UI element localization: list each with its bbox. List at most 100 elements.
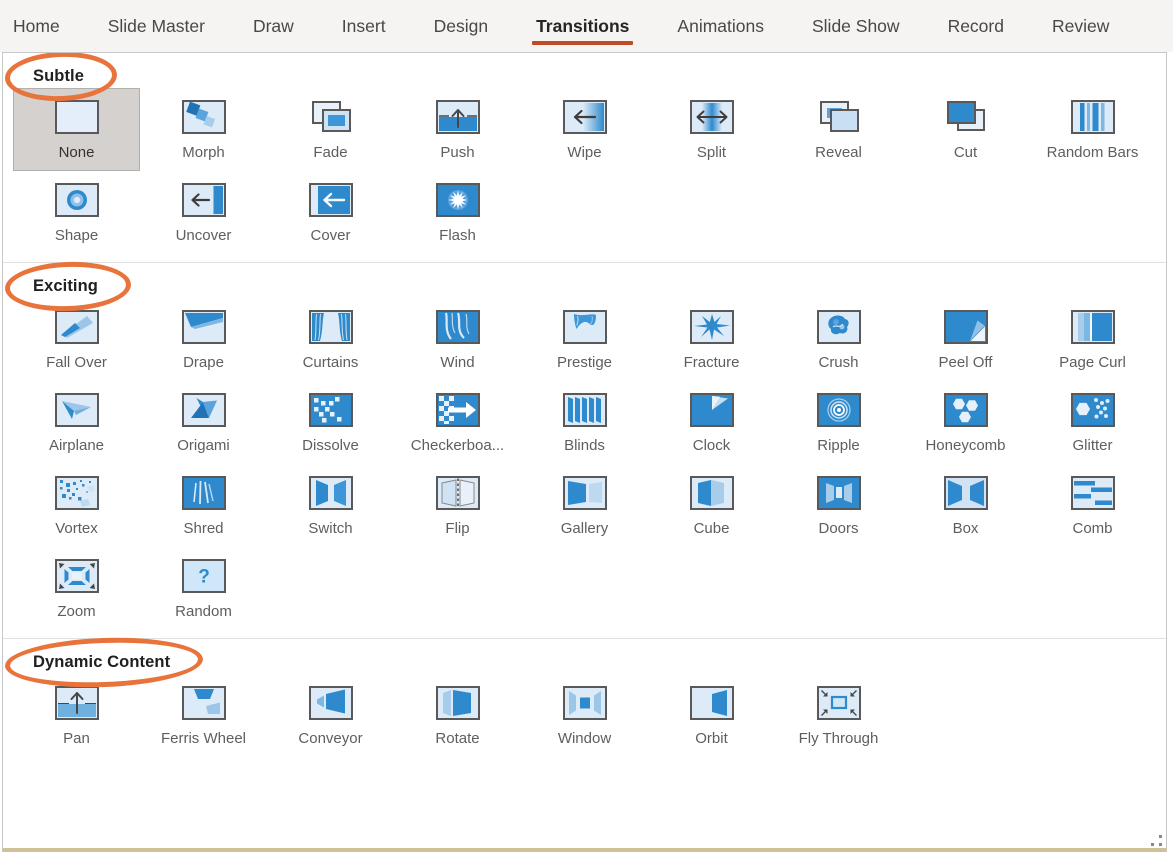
transition-glitter[interactable]: Glitter bbox=[1029, 381, 1156, 464]
transition-dissolve[interactable]: Dissolve bbox=[267, 381, 394, 464]
tab-label: Animations bbox=[677, 16, 764, 36]
tab-label: Record bbox=[948, 16, 1004, 36]
transition-wipe[interactable]: Wipe bbox=[521, 88, 648, 171]
transition-label: Cover bbox=[310, 227, 350, 244]
honeycomb-icon bbox=[944, 393, 988, 427]
transition-ferris-wheel[interactable]: Ferris Wheel bbox=[140, 674, 267, 757]
transition-label: Ferris Wheel bbox=[161, 730, 246, 747]
transition-uncover[interactable]: Uncover bbox=[140, 171, 267, 254]
transition-switch[interactable]: Switch bbox=[267, 464, 394, 547]
tab-record[interactable]: Record bbox=[947, 1, 1005, 52]
tab-slide-show[interactable]: Slide Show bbox=[811, 1, 901, 52]
transition-clock[interactable]: Clock bbox=[648, 381, 775, 464]
transition-split[interactable]: Split bbox=[648, 88, 775, 171]
transition-zoom[interactable]: Zoom bbox=[13, 547, 140, 630]
clock-icon bbox=[690, 393, 734, 427]
transition-label: Cut bbox=[954, 144, 977, 161]
switch-icon bbox=[309, 476, 353, 510]
transition-honeycomb[interactable]: Honeycomb bbox=[902, 381, 1029, 464]
drape-icon bbox=[182, 310, 226, 344]
transition-label: Random bbox=[175, 603, 232, 620]
tab-design[interactable]: Design bbox=[433, 1, 489, 52]
transition-flip[interactable]: Flip bbox=[394, 464, 521, 547]
transition-comb[interactable]: Comb bbox=[1029, 464, 1156, 547]
transition-gallery[interactable]: Gallery bbox=[521, 464, 648, 547]
tab-home[interactable]: Home bbox=[12, 1, 61, 52]
glitter-icon bbox=[1071, 393, 1115, 427]
transition-window[interactable]: Window bbox=[521, 674, 648, 757]
transition-label: None bbox=[59, 144, 95, 161]
cut-icon bbox=[944, 100, 988, 134]
transition-label: Push bbox=[440, 144, 474, 161]
tab-review[interactable]: Review bbox=[1051, 1, 1110, 52]
wipe-icon bbox=[563, 100, 607, 134]
fly-through-icon bbox=[817, 686, 861, 720]
transition-label: Cube bbox=[694, 520, 730, 537]
transition-random-bars[interactable]: Random Bars bbox=[1029, 88, 1156, 171]
dissolve-icon bbox=[309, 393, 353, 427]
tab-label: Transitions bbox=[536, 16, 629, 36]
cube-icon bbox=[690, 476, 734, 510]
tab-draw[interactable]: Draw bbox=[252, 1, 295, 52]
transition-fracture[interactable]: Fracture bbox=[648, 298, 775, 381]
random-icon: ? bbox=[182, 559, 226, 593]
transition-label: Page Curl bbox=[1059, 354, 1126, 371]
transition-fade[interactable]: Fade bbox=[267, 88, 394, 171]
transition-label: Conveyor bbox=[298, 730, 362, 747]
transition-shape[interactable]: Shape bbox=[13, 171, 140, 254]
transition-flash[interactable]: Flash bbox=[394, 171, 521, 254]
transition-blinds[interactable]: Blinds bbox=[521, 381, 648, 464]
transition-label: Blinds bbox=[564, 437, 605, 454]
transition-label: Shred bbox=[183, 520, 223, 537]
tab-slide-master[interactable]: Slide Master bbox=[107, 1, 206, 52]
shred-icon bbox=[182, 476, 226, 510]
transition-orbit[interactable]: Orbit bbox=[648, 674, 775, 757]
transition-morph[interactable]: Morph bbox=[140, 88, 267, 171]
transition-random[interactable]: ? Random bbox=[140, 547, 267, 630]
fracture-icon bbox=[690, 310, 734, 344]
transition-crush[interactable]: Crush bbox=[775, 298, 902, 381]
tab-label: Slide Show bbox=[812, 16, 900, 36]
tab-animations[interactable]: Animations bbox=[676, 1, 765, 52]
transition-label: Doors bbox=[818, 520, 858, 537]
transition-shred[interactable]: Shred bbox=[140, 464, 267, 547]
transition-fly-through[interactable]: Fly Through bbox=[775, 674, 902, 757]
tab-insert[interactable]: Insert bbox=[341, 1, 387, 52]
gallery-grid-dynamic-content: Pan Ferris Wheel Conveyor RotateWindowOrbit… bbox=[3, 674, 1166, 757]
gallery-grid-exciting: Fall Over DrapeCurtainsWindPrestige Fractu… bbox=[3, 298, 1166, 630]
transition-label: Fracture bbox=[684, 354, 740, 371]
transition-vortex[interactable]: Vortex bbox=[13, 464, 140, 547]
transition-checkerboa[interactable]: Checkerboa... bbox=[394, 381, 521, 464]
transition-wind[interactable]: Wind bbox=[394, 298, 521, 381]
push-icon bbox=[436, 100, 480, 134]
tab-transitions[interactable]: Transitions bbox=[535, 1, 630, 52]
transition-page-curl[interactable]: Page Curl bbox=[1029, 298, 1156, 381]
transition-origami[interactable]: Origami bbox=[140, 381, 267, 464]
transition-box[interactable]: Box bbox=[902, 464, 1029, 547]
resize-grip-icon[interactable] bbox=[1151, 835, 1163, 847]
transition-pan[interactable]: Pan bbox=[13, 674, 140, 757]
transition-none[interactable]: None bbox=[13, 88, 140, 171]
transition-peel-off[interactable]: Peel Off bbox=[902, 298, 1029, 381]
transition-drape[interactable]: Drape bbox=[140, 298, 267, 381]
transition-rotate[interactable]: Rotate bbox=[394, 674, 521, 757]
morph-icon bbox=[182, 100, 226, 134]
transition-reveal[interactable]: Reveal bbox=[775, 88, 902, 171]
vortex-icon bbox=[55, 476, 99, 510]
transition-prestige[interactable]: Prestige bbox=[521, 298, 648, 381]
transition-cube[interactable]: Cube bbox=[648, 464, 775, 547]
tab-label: Home bbox=[13, 16, 60, 36]
transition-fall-over[interactable]: Fall Over bbox=[13, 298, 140, 381]
transition-ripple[interactable]: Ripple bbox=[775, 381, 902, 464]
random-bars-icon bbox=[1071, 100, 1115, 134]
tab-label: Review bbox=[1052, 16, 1109, 36]
transition-label: Fall Over bbox=[46, 354, 107, 371]
transition-push[interactable]: Push bbox=[394, 88, 521, 171]
ferris-wheel-icon bbox=[182, 686, 226, 720]
transition-airplane[interactable]: Airplane bbox=[13, 381, 140, 464]
transition-cover[interactable]: Cover bbox=[267, 171, 394, 254]
transition-curtains[interactable]: Curtains bbox=[267, 298, 394, 381]
transition-conveyor[interactable]: Conveyor bbox=[267, 674, 394, 757]
transition-doors[interactable]: Doors bbox=[775, 464, 902, 547]
transition-cut[interactable]: Cut bbox=[902, 88, 1029, 171]
